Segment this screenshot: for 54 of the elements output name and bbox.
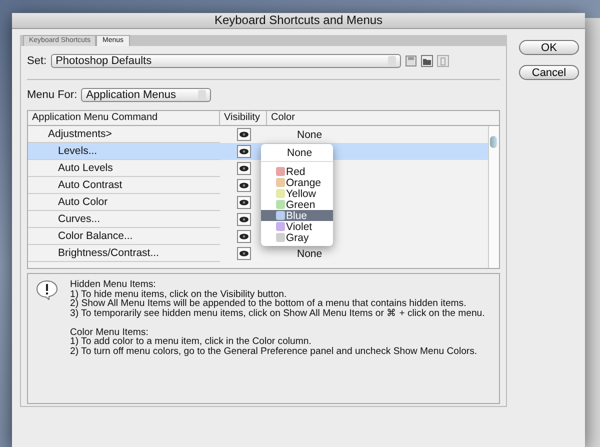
menu-item[interactable]: Green [261,199,333,210]
scrollbar[interactable] [488,126,499,268]
visibility-button[interactable] [236,145,250,158]
menu-for-dropdown[interactable]: Application Menus [81,88,212,102]
visibility-button[interactable] [236,196,250,209]
visibility-button[interactable] [236,247,250,260]
menu-for-label: Menu For: [27,89,78,101]
menu-item[interactable]: Red [261,166,333,177]
eye-icon [238,148,248,155]
info-heading: Color Menu Items: [70,328,150,337]
set-label: Set: [27,55,47,67]
column-header: Visibility [220,111,267,125]
eye-icon [238,233,248,240]
command-cell[interactable]: Curves... [28,211,220,228]
column-header: Application Menu Command [28,111,220,125]
eye-icon [238,131,248,138]
eye-icon [238,165,248,172]
command-cell[interactable]: Levels... [28,143,220,160]
eye-icon [238,182,248,189]
dialog-button[interactable]: Cancel [519,65,579,80]
menu-item[interactable]: Blue [261,210,333,221]
save-icon[interactable] [404,55,417,67]
command-cell[interactable]: Auto Color [28,194,220,211]
menu-item[interactable]: Violet [261,221,333,232]
info-text: 2) Show All Menu Items will be appended to the bottom of a menu that contains hidden items. [70,299,468,308]
folder-icon[interactable] [420,55,433,67]
eye-icon [238,216,248,223]
alert-icon [36,280,58,300]
command-cell[interactable]: Brightness/Contrast... [28,245,220,262]
info-text: 1) To add color to a menu item, click in the Color column. [70,337,312,346]
set-dropdown[interactable]: Photoshop Defaults [50,54,401,68]
visibility-button[interactable] [236,128,250,141]
column-header: Color [270,111,295,125]
visibility-button[interactable] [236,179,250,192]
menu-item[interactable]: Yellow [261,188,333,199]
eye-icon [238,199,248,206]
info-text: 3) To temporarily see hidden menu items, click on Show All Menu Items or ⌘ + click on the menu. [70,308,485,318]
dialog-button[interactable]: OK [519,40,579,55]
visibility-button[interactable] [236,230,250,243]
color-cell-text: None [296,248,322,260]
command-cell[interactable]: Auto Contrast [28,177,220,194]
color-cell-text: None [296,128,322,140]
menu-item[interactable]: Orange [261,177,333,188]
eye-icon [238,250,248,257]
visibility-button[interactable] [236,213,250,226]
info-text: 2) To turn off menu colors, go to the General Preference panel and uncheck Show Menu Colors. [70,346,478,356]
menu-item[interactable]: Gray [261,232,333,243]
command-cell[interactable]: Color Balance... [28,228,220,245]
window-title: Keyboard Shortcuts and Menus [12,13,585,29]
menu-item[interactable]: None [261,147,333,158]
info-text: 1) To hide menu items, click on the Visibility button. [70,290,287,299]
command-cell[interactable]: Auto Levels [28,160,220,177]
visibility-button[interactable] [236,162,250,175]
info-heading: Hidden Menu Items: [70,280,157,290]
